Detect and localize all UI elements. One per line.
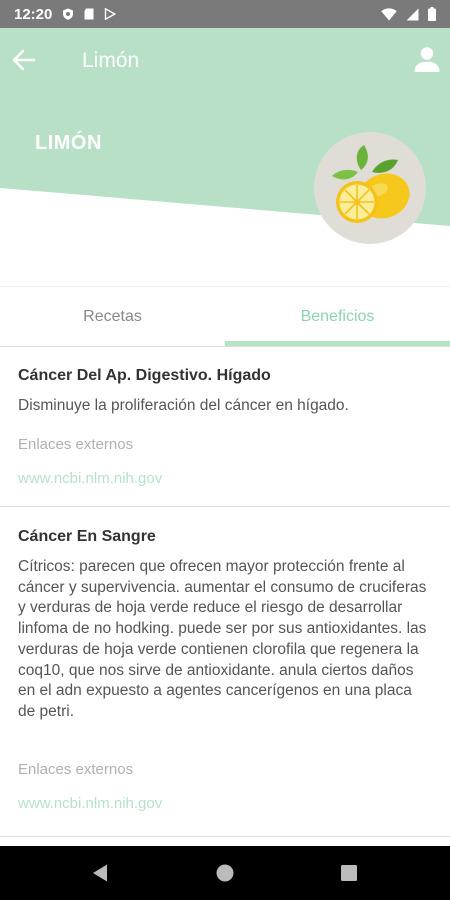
- play-store-icon: [105, 8, 117, 20]
- external-link[interactable]: www.ncbi.nlm.nih.gov: [18, 470, 162, 487]
- arrow-left-icon[interactable]: [10, 46, 38, 74]
- external-links-label: Enlaces externos: [18, 436, 134, 453]
- cell-signal-icon: [406, 8, 419, 20]
- benefit-description: Cítricos: parecen que ofrecen mayor prot…: [18, 558, 427, 720]
- benefits-list[interactable]: Cáncer Del Ap. Digestivo. Hígado Disminu…: [0, 346, 450, 846]
- user-icon[interactable]: [412, 44, 442, 74]
- wifi-icon: [381, 7, 397, 20]
- back-triangle-icon[interactable]: [88, 860, 114, 886]
- fruit-header: Limón LIMÓN: [0, 28, 450, 286]
- benefit-description: Disminuye la proliferación del cáncer en…: [18, 397, 349, 414]
- benefit-card: Cáncer En Sangre Cítricos: parecen que o…: [0, 507, 450, 837]
- external-links-label: Enlaces externos: [18, 761, 134, 778]
- status-bar: 12:20: [0, 0, 450, 28]
- fruit-avatar: [314, 132, 426, 244]
- tab-recetas[interactable]: Recetas: [0, 287, 225, 347]
- battery-icon: [428, 7, 436, 21]
- home-circle-icon[interactable]: [212, 860, 238, 886]
- shield-icon: [63, 8, 74, 20]
- external-link[interactable]: www.ncbi.nlm.nih.gov: [18, 795, 162, 812]
- benefit-title: Cáncer En Sangre: [18, 528, 156, 545]
- fruit-name-heading: LIMÓN: [35, 132, 102, 154]
- tab-beneficios[interactable]: Beneficios: [225, 287, 450, 347]
- recents-square-icon[interactable]: [336, 860, 362, 886]
- tab-bar: Recetas Beneficios: [0, 286, 450, 346]
- system-nav-bar: [0, 846, 450, 900]
- lemon-image: [332, 145, 410, 223]
- status-time: 12:20: [14, 5, 53, 23]
- sd-card-icon: [84, 8, 94, 20]
- benefit-title: Cáncer Del Ap. Digestivo. Hígado: [18, 367, 271, 384]
- toolbar-title: Limón: [82, 49, 140, 72]
- benefit-card: Cáncer Del Ap. Digestivo. Hígado Disminu…: [0, 347, 450, 507]
